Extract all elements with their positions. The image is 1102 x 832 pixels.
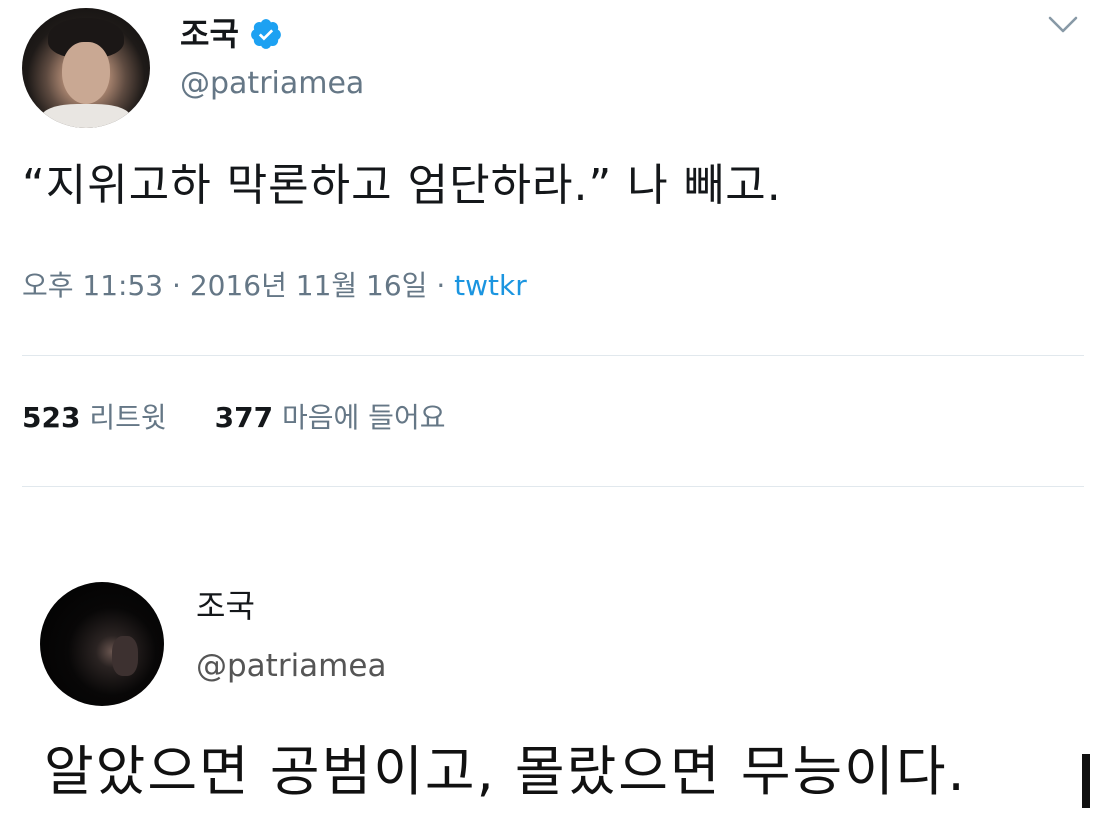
likes-label: 마음에 들어요	[282, 401, 446, 434]
retweets-label: 리트윗	[89, 401, 167, 434]
avatar[interactable]	[22, 8, 150, 128]
text-cursor	[1082, 754, 1090, 808]
tweet-text: “지위고하 막론하고 엄단하라.” 나 빼고.	[22, 160, 782, 211]
chevron-down-icon[interactable]	[1046, 10, 1080, 40]
author-name[interactable]: 조국	[180, 14, 239, 54]
meta-separator: ·	[436, 269, 446, 302]
author-name-row[interactable]: 조국	[180, 14, 283, 54]
retweets-stat[interactable]: 523 리트윗	[22, 401, 167, 434]
tweet-main: 조국 @patriamea “지위고하 막론하고 엄단하라.” 나 빼고. 오후…	[0, 0, 1102, 520]
avatar-face	[62, 42, 110, 104]
tweet-meta: 오후 11:53 · 2016년 11월 16일 · twtkr	[22, 266, 527, 306]
author-handle[interactable]: @patriamea	[180, 64, 364, 104]
tweet-date[interactable]: 2016년 11월 16일	[190, 269, 428, 302]
tweet-stats: 523 리트윗 377 마음에 들어요	[22, 398, 445, 438]
tweet-text: 알았으면 공범이고, 몰랐으면 무능이다.	[44, 740, 967, 803]
tweet-time[interactable]: 오후 11:53	[22, 269, 163, 302]
likes-count: 377	[214, 401, 274, 434]
verified-badge-icon	[249, 17, 283, 51]
likes-stat[interactable]: 377 마음에 들어요	[215, 401, 446, 434]
avatar-figure	[112, 636, 138, 676]
avatar[interactable]	[40, 582, 164, 706]
tweet-quoted: 조국 @patriamea 알았으면 공범이고, 몰랐으면 무능이다.	[0, 520, 1102, 832]
author-name[interactable]: 조국	[196, 586, 255, 626]
tweet-source-link[interactable]: twtkr	[454, 269, 527, 302]
retweets-count: 523	[22, 401, 81, 434]
meta-separator: ·	[172, 269, 181, 302]
divider	[22, 355, 1084, 356]
author-handle[interactable]: @patriamea	[196, 644, 386, 688]
divider	[22, 486, 1084, 487]
avatar-collar	[42, 104, 130, 128]
